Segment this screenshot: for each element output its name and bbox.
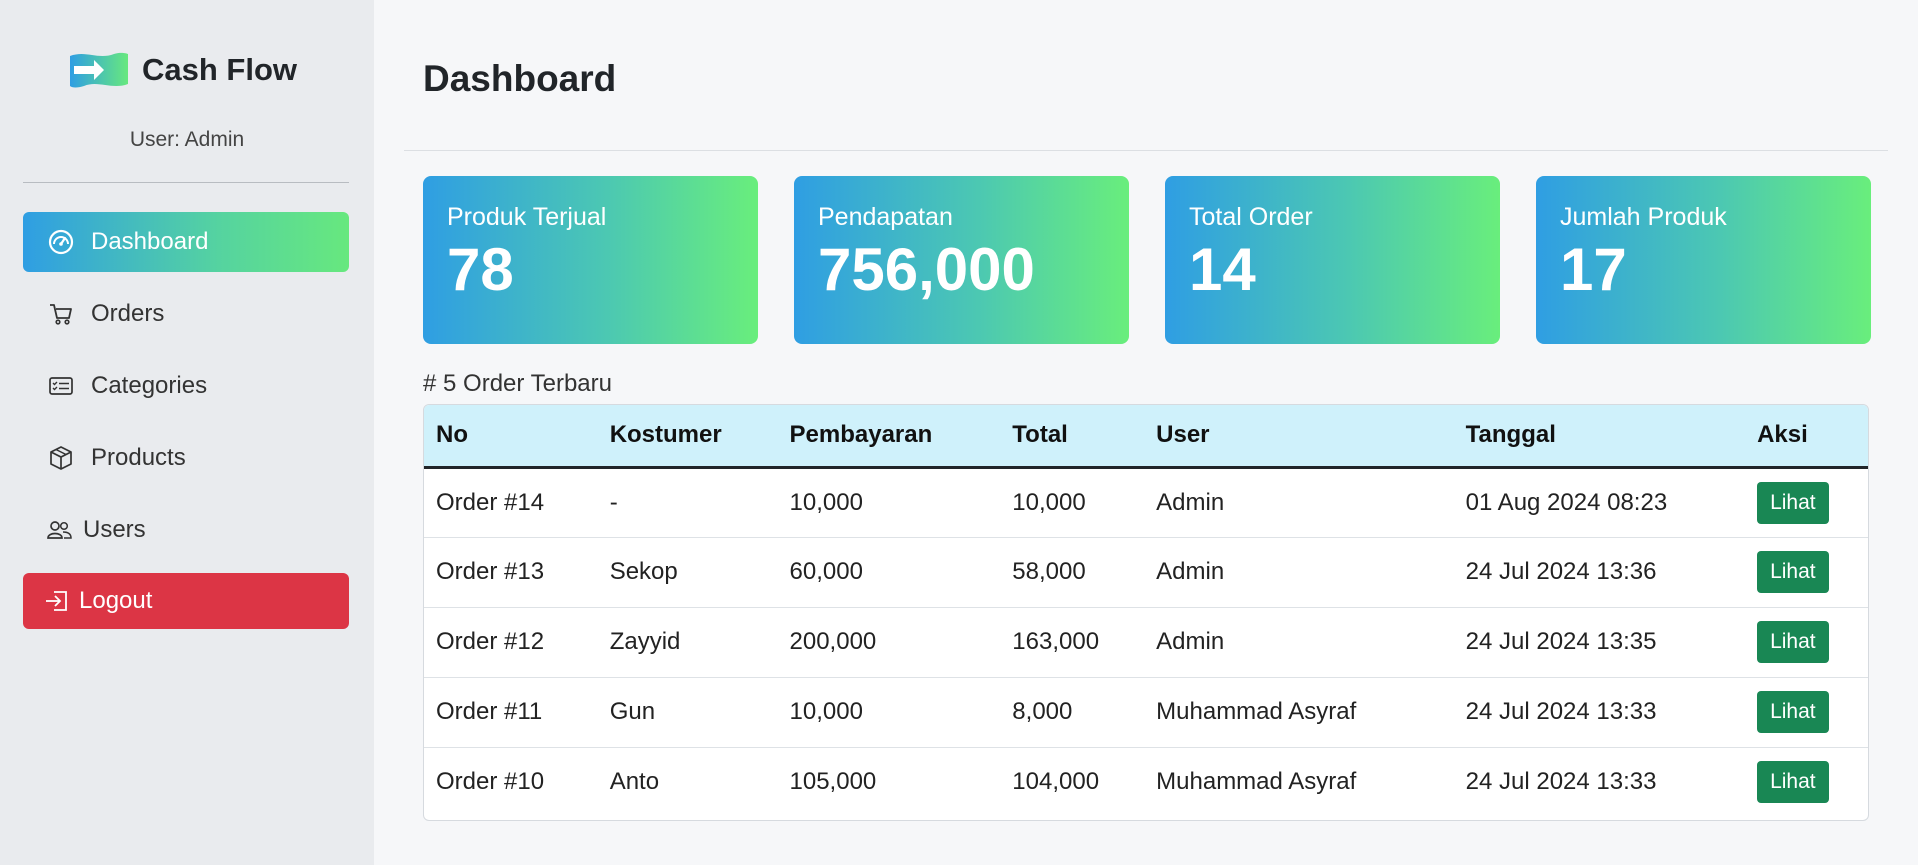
cell-user: Admin: [1144, 537, 1454, 608]
stat-label: Jumlah Produk: [1560, 203, 1727, 231]
cell-total: 58,000: [1000, 537, 1145, 608]
logout-button[interactable]: Logout: [23, 573, 349, 629]
column-header-no: No: [424, 405, 598, 469]
sidebar-item-categories[interactable]: Categories: [23, 356, 349, 416]
stat-card-produk-terjual: Produk Terjual 78: [423, 176, 758, 344]
page-title: Dashboard: [423, 58, 617, 99]
cell-kostumer: Anto: [609, 768, 660, 796]
cell-tanggal: 01 Aug 2024 08:23: [1453, 467, 1746, 538]
people-icon: [45, 516, 73, 544]
cell-user: Admin: [1144, 467, 1454, 538]
gauge-icon: [47, 228, 75, 256]
cell-no: Order #14: [424, 467, 598, 538]
column-header-tanggal: Tanggal: [1453, 405, 1746, 469]
cell-pembayaran: 200,000: [777, 607, 1001, 678]
column-header-total: Total: [1000, 405, 1145, 469]
cell-no: Order #13: [424, 537, 598, 608]
recent-orders-title: # 5 Order Terbaru: [423, 370, 612, 397]
main-content: Dashboard Produk Terjual 78 Pendapatan 7…: [374, 0, 1918, 865]
cell-total: 10,000: [1000, 467, 1145, 538]
cell-kostumer: Zayyid: [597, 607, 778, 678]
logout-label: Logout: [79, 587, 153, 614]
cell-no: Order #11: [424, 677, 598, 748]
table-row: Order #14 - 10,000 10,000 Admin 01 Aug 2…: [424, 467, 1868, 538]
table-row: Order #13 Sekop 60,000 58,000 Admin 24 J…: [424, 537, 1868, 608]
cell-pembayaran: 105,000: [789, 768, 877, 796]
cell-tanggal: 24 Jul 2024 13:33: [1453, 677, 1746, 748]
cell-user: Muhammad Asyraf: [1156, 768, 1357, 796]
cell-tanggal: 24 Jul 2024 13:35: [1453, 607, 1746, 678]
sidebar-divider: [23, 182, 349, 183]
sidebar-item-users[interactable]: Users: [23, 500, 349, 560]
cell-tanggal: 24 Jul 2024 13:36: [1453, 537, 1746, 608]
stat-value: 756,000: [818, 236, 1035, 303]
column-header-user: User: [1144, 405, 1454, 469]
stat-value: 78: [447, 236, 514, 303]
stat-card-total-order: Total Order 14: [1165, 176, 1500, 344]
table-row: Order #12 Zayyid 200,000 163,000 Admin 2…: [424, 607, 1868, 678]
sidebar-item-label: Dashboard: [91, 228, 209, 255]
view-order-button[interactable]: Lihat: [1757, 481, 1829, 524]
sidebar-item-label: Products: [91, 444, 186, 471]
view-order-button[interactable]: Lihat: [1757, 621, 1829, 663]
sidebar-item-label: Orders: [91, 300, 165, 327]
column-header-kostumer: Kostumer: [597, 405, 778, 469]
cell-kostumer: -: [597, 467, 778, 538]
cell-no: Order #10: [436, 768, 545, 796]
table-row: Order #10 Anto 105,000 104,000 Muhammad …: [424, 747, 1868, 817]
box-icon: [47, 444, 75, 472]
cell-aksi: Lihat: [1745, 467, 1868, 538]
stat-card-pendapatan: Pendapatan 756,000: [794, 176, 1129, 344]
stat-value: 14: [1189, 236, 1256, 303]
column-header-aksi: Aksi: [1745, 405, 1868, 469]
stat-value: 17: [1560, 236, 1627, 303]
current-user-label: User: Admin: [129, 128, 245, 151]
cell-user: Admin: [1144, 607, 1454, 678]
sidebar-item-products[interactable]: Products: [23, 428, 349, 488]
cell-pembayaran: 10,000: [777, 677, 1001, 748]
cell-user: Muhammad Asyraf: [1144, 677, 1454, 748]
sidebar-item-orders[interactable]: Orders: [23, 284, 349, 344]
cash-flow-logo-icon: [70, 52, 128, 88]
view-order-button[interactable]: Lihat: [1757, 761, 1829, 804]
header-divider: [404, 150, 1888, 151]
cell-total: 163,000: [1000, 607, 1145, 678]
list-card-icon: [47, 372, 75, 400]
table-header-row: No Kostumer Pembayaran Total User Tangga…: [424, 405, 1868, 469]
brand-name: Cash Flow: [142, 52, 298, 87]
view-order-button[interactable]: Lihat: [1757, 551, 1829, 593]
cell-total: 104,000: [1012, 768, 1100, 796]
cell-tanggal: 24 Jul 2024 13:33: [1465, 768, 1657, 796]
sidebar-item-dashboard[interactable]: Dashboard: [23, 212, 349, 272]
sidebar-item-label: Categories: [91, 372, 208, 399]
stat-label: Total Order: [1189, 203, 1313, 231]
sidebar-item-label: Users: [83, 516, 146, 543]
cart-icon: [47, 300, 75, 328]
cell-total: 8,000: [1000, 677, 1145, 748]
view-order-button[interactable]: Lihat: [1757, 691, 1829, 733]
cell-pembayaran: 10,000: [777, 467, 1001, 538]
cell-kostumer: Gun: [597, 677, 778, 748]
stat-label: Pendapatan: [818, 203, 953, 231]
cell-aksi: Lihat: [1745, 607, 1868, 678]
cell-kostumer: Sekop: [597, 537, 778, 608]
table-row: Order #11 Gun 10,000 8,000 Muhammad Asyr…: [424, 677, 1868, 748]
stat-card-jumlah-produk: Jumlah Produk 17: [1536, 176, 1871, 344]
recent-orders-table: No Kostumer Pembayaran Total User Tangga…: [423, 404, 1869, 821]
cell-aksi: Lihat: [1745, 677, 1868, 748]
cell-no: Order #12: [424, 607, 598, 678]
brand[interactable]: Cash Flow: [68, 50, 297, 90]
logout-icon: [43, 587, 71, 615]
sidebar: Cash Flow User: Admin Dashboard Orders C…: [0, 0, 374, 865]
stat-label: Produk Terjual: [447, 203, 607, 231]
cell-aksi: Lihat: [1745, 537, 1868, 608]
column-header-pembayaran: Pembayaran: [777, 405, 1001, 469]
cell-pembayaran: 60,000: [777, 537, 1001, 608]
cell-aksi: Lihat: [1745, 747, 1868, 817]
